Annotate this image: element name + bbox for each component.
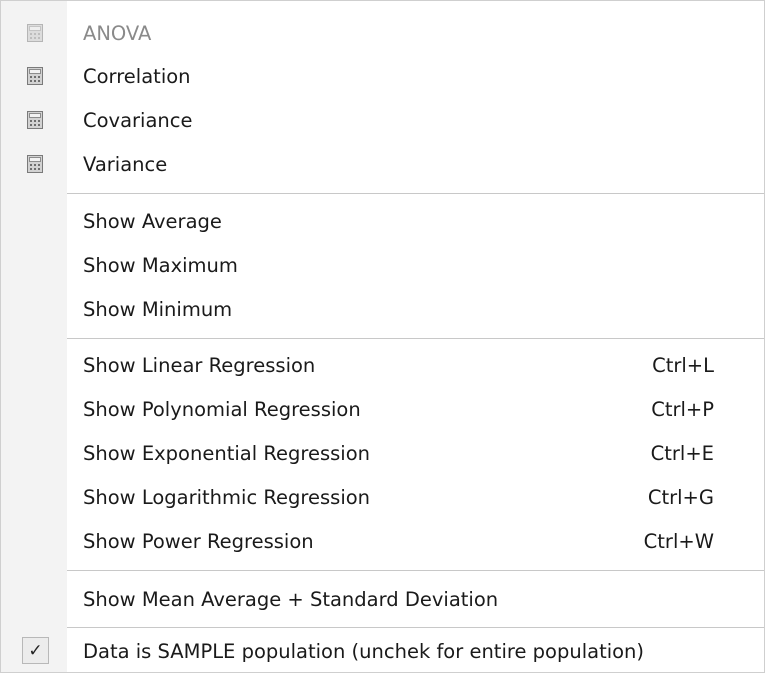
shortcut-label: Ctrl+L bbox=[652, 353, 714, 377]
menu-item-logarithmic-regression[interactable]: Show Logarithmic Regression Ctrl+G bbox=[1, 475, 764, 519]
menu-item-label: Show Mean Average + Standard Deviation bbox=[83, 587, 499, 611]
shortcut-label: Ctrl+P bbox=[651, 397, 714, 421]
menu-item-label: Covariance bbox=[83, 108, 193, 132]
menu-item-variance[interactable]: Variance bbox=[1, 142, 764, 186]
menu-item-linear-regression[interactable]: Show Linear Regression Ctrl+L bbox=[1, 343, 764, 387]
calculator-icon bbox=[27, 24, 43, 42]
menu-separator bbox=[67, 193, 764, 194]
menu-item-sample-population[interactable]: ✓ Data is SAMPLE population (unchek for … bbox=[1, 629, 764, 673]
menu-item-label: Show Polynomial Regression bbox=[83, 397, 361, 421]
checkmark-icon[interactable]: ✓ bbox=[22, 637, 49, 664]
menu-item-label: ANOVA bbox=[83, 21, 152, 45]
shortcut-label: Ctrl+E bbox=[650, 441, 714, 465]
menu-item-polynomial-regression[interactable]: Show Polynomial Regression Ctrl+P bbox=[1, 387, 764, 431]
calculator-icon bbox=[27, 111, 43, 129]
context-menu: ANOVA Correlation Covariance Variance Sh… bbox=[0, 0, 765, 673]
menu-item-anova[interactable]: ANOVA bbox=[1, 11, 764, 55]
menu-item-show-average[interactable]: Show Average bbox=[1, 199, 764, 243]
shortcut-label: Ctrl+W bbox=[643, 529, 714, 553]
calculator-icon bbox=[27, 155, 43, 173]
menu-item-label: Correlation bbox=[83, 64, 191, 88]
menu-item-show-maximum[interactable]: Show Maximum bbox=[1, 243, 764, 287]
menu-item-label: Data is SAMPLE population (unchek for en… bbox=[83, 639, 645, 663]
menu-item-label: Show Exponential Regression bbox=[83, 441, 370, 465]
menu-item-show-minimum[interactable]: Show Minimum bbox=[1, 287, 764, 331]
shortcut-label: Ctrl+G bbox=[647, 485, 714, 509]
menu-item-label: Show Power Regression bbox=[83, 529, 314, 553]
calculator-icon bbox=[27, 67, 43, 85]
menu-separator bbox=[67, 627, 764, 628]
menu-item-label: Show Minimum bbox=[83, 297, 233, 321]
menu-item-label: Show Linear Regression bbox=[83, 353, 316, 377]
menu-item-exponential-regression[interactable]: Show Exponential Regression Ctrl+E bbox=[1, 431, 764, 475]
menu-item-covariance[interactable]: Covariance bbox=[1, 98, 764, 142]
menu-separator bbox=[67, 338, 764, 339]
menu-item-mean-std-deviation[interactable]: Show Mean Average + Standard Deviation bbox=[1, 577, 764, 621]
menu-item-label: Variance bbox=[83, 152, 168, 176]
menu-separator bbox=[67, 570, 764, 571]
menu-item-label: Show Average bbox=[83, 209, 222, 233]
menu-item-label: Show Logarithmic Regression bbox=[83, 485, 371, 509]
menu-item-label: Show Maximum bbox=[83, 253, 238, 277]
menu-item-correlation[interactable]: Correlation bbox=[1, 54, 764, 98]
menu-item-power-regression[interactable]: Show Power Regression Ctrl+W bbox=[1, 519, 764, 563]
